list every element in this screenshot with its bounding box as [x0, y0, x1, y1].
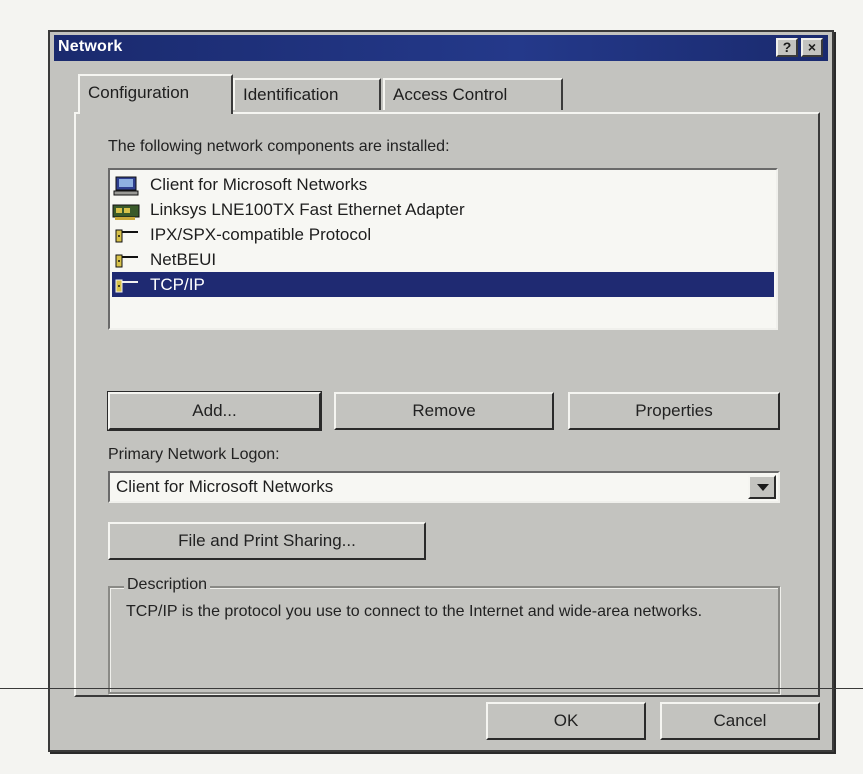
- title-bar[interactable]: Network ? ×: [54, 35, 828, 61]
- list-item-client[interactable]: Client for Microsoft Networks: [112, 172, 774, 197]
- ok-button[interactable]: OK: [486, 702, 646, 740]
- description-title: Description: [124, 576, 211, 594]
- scan-line-artifact: [0, 688, 863, 689]
- list-item-label: IPX/SPX-compatible Protocol: [150, 225, 372, 244]
- tab-identification[interactable]: Identification: [233, 78, 381, 110]
- remove-button[interactable]: Remove: [334, 392, 554, 430]
- tab-access-control[interactable]: Access Control: [383, 78, 563, 110]
- components-list[interactable]: Client for Microsoft Networks Linksys LN…: [108, 168, 778, 330]
- properties-button[interactable]: Properties: [568, 392, 780, 430]
- list-item-tcp-ip[interactable]: TCP/IP: [112, 272, 774, 297]
- components-label: The following network components are ins…: [108, 138, 450, 155]
- list-item-label: Client for Microsoft Networks: [150, 175, 368, 194]
- window-title: Network: [58, 38, 123, 55]
- primary-logon-value: Client for Microsoft Networks: [116, 477, 334, 496]
- protocol-icon: [112, 226, 142, 246]
- list-item-ipx-spx[interactable]: IPX/SPX-compatible Protocol: [112, 222, 774, 247]
- tab-label: Access Control: [393, 85, 508, 104]
- list-item-adapter[interactable]: Linksys LNE100TX Fast Ethernet Adapter: [112, 197, 774, 222]
- description-text: TCP/IP is the protocol you use to connec…: [126, 603, 703, 620]
- close-button[interactable]: ×: [801, 38, 823, 57]
- network-dialog: Network ? × Configuration Identification…: [48, 30, 834, 752]
- chevron-down-icon[interactable]: [748, 475, 776, 499]
- tab-label: Configuration: [88, 83, 190, 102]
- add-button[interactable]: Add...: [107, 391, 322, 431]
- primary-logon-label: Primary Network Logon:: [108, 446, 280, 463]
- tab-label: Identification: [243, 85, 339, 104]
- cancel-button[interactable]: Cancel: [660, 702, 820, 740]
- list-item-label: TCP/IP: [150, 275, 205, 294]
- configuration-panel: The following network components are ins…: [74, 112, 820, 697]
- list-item-netbeui[interactable]: NetBEUI: [112, 247, 774, 272]
- page: Network ? × Configuration Identification…: [0, 0, 863, 774]
- primary-logon-select[interactable]: Client for Microsoft Networks: [108, 471, 780, 503]
- protocol-icon: [112, 276, 142, 296]
- network-adapter-icon: [112, 201, 142, 221]
- help-button[interactable]: ?: [776, 38, 798, 57]
- list-item-label: NetBEUI: [150, 250, 217, 269]
- tab-configuration[interactable]: Configuration: [78, 74, 233, 114]
- file-and-print-sharing-button[interactable]: File and Print Sharing...: [108, 522, 426, 560]
- list-item-label: Linksys LNE100TX Fast Ethernet Adapter: [150, 200, 465, 219]
- protocol-icon: [112, 251, 142, 271]
- client-icon: [112, 176, 142, 196]
- description-group: Description TCP/IP is the protocol you u…: [108, 576, 780, 694]
